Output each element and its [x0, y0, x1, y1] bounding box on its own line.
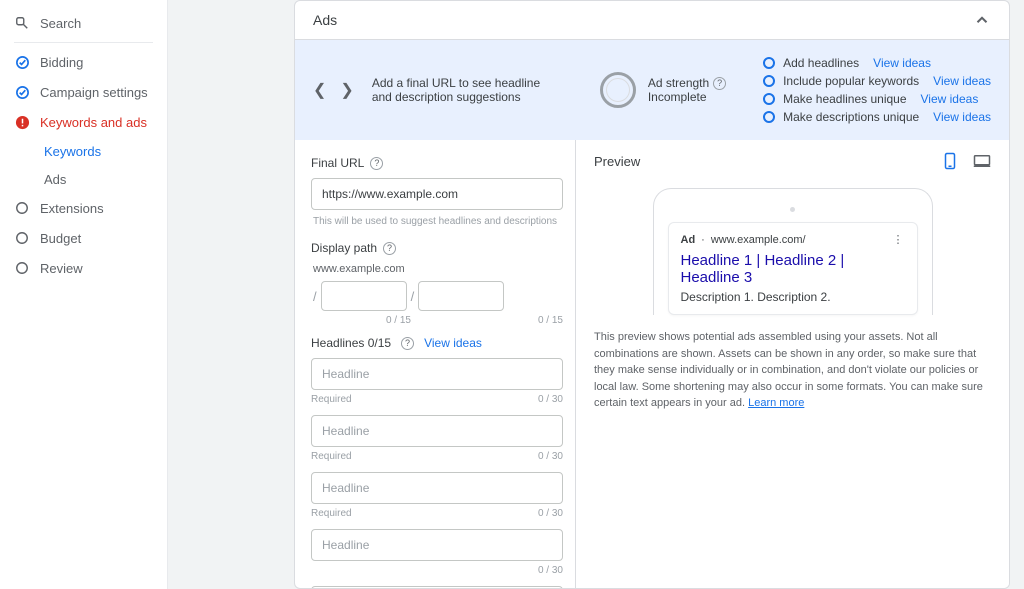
display-path1-input[interactable]	[321, 281, 407, 311]
ad-headline: Headline 1 | Headline 2 | Headline 3	[681, 252, 905, 286]
view-ideas-link[interactable]: View ideas	[921, 92, 979, 106]
path1-counter: 0 / 15	[325, 315, 411, 326]
slash: /	[311, 289, 319, 304]
view-ideas-link[interactable]: View ideas	[933, 74, 991, 88]
banner-next-button[interactable]: ❯	[340, 80, 353, 100]
check-circle-icon	[14, 54, 30, 70]
more-icon[interactable]: ⋮	[893, 233, 905, 246]
preview-column: Preview	[575, 140, 1009, 588]
strength-ring-icon	[600, 72, 636, 108]
headline-counter: 0 / 30	[538, 394, 563, 405]
learn-more-link[interactable]: Learn more	[748, 397, 804, 409]
bullet-icon	[763, 111, 775, 123]
sidebar-sub-ads[interactable]: Ads	[0, 165, 167, 193]
sidebar-item-campaign-settings[interactable]: Campaign settings	[0, 77, 167, 107]
sidebar-sub-label: Keywords	[44, 144, 101, 159]
search-icon	[14, 15, 30, 31]
device-desktop-button[interactable]	[973, 152, 991, 170]
ads-card: Ads ❮ ❯ Add a final URL to see headline …	[294, 0, 1010, 589]
rec-text: Add headlines	[783, 56, 859, 70]
help-icon[interactable]: ?	[713, 77, 726, 90]
headline-counter: 0 / 30	[538, 508, 563, 519]
preview-title: Preview	[594, 154, 640, 169]
divider	[14, 42, 153, 43]
card-header: Ads	[295, 1, 1009, 40]
bullet-icon	[763, 93, 775, 105]
phone-frame: Ad · www.example.com/ ⋮ Headline 1 | Hea…	[653, 188, 933, 315]
chevron-up-icon[interactable]	[973, 11, 991, 29]
strength-value: Incomplete	[648, 90, 726, 104]
sidebar-item-label: Review	[40, 261, 83, 276]
required-label: Required	[311, 508, 352, 519]
help-icon[interactable]: ?	[370, 157, 383, 170]
display-path2-input[interactable]	[418, 281, 504, 311]
ad-description: Description 1. Description 2.	[681, 290, 905, 304]
view-ideas-link[interactable]: View ideas	[873, 56, 931, 70]
ad-badge: Ad	[681, 234, 696, 246]
sidebar-item-label: Extensions	[40, 201, 104, 216]
ad-domain: www.example.com/	[711, 234, 806, 246]
ad-strength: Ad strength? Incomplete	[600, 72, 726, 108]
headline-counter: 0 / 30	[538, 451, 563, 462]
alert-circle-icon	[14, 114, 30, 130]
check-circle-icon	[14, 84, 30, 100]
required-label: Required	[311, 451, 352, 462]
headline-input-5[interactable]	[311, 586, 563, 588]
sidebar-item-label: Search	[40, 16, 81, 31]
preview-disclaimer: This preview shows potential ads assembl…	[576, 315, 1009, 426]
sidebar-item-review[interactable]: Review	[0, 253, 167, 283]
headline-input-3[interactable]	[311, 472, 563, 504]
headline-input-4[interactable]	[311, 529, 563, 561]
sidebar-item-bidding[interactable]: Bidding	[0, 47, 167, 77]
sidebar-item-keywords-ads[interactable]: Keywords and ads	[0, 107, 167, 137]
sidebar-sub-keywords[interactable]: Keywords	[0, 137, 167, 165]
sidebar-item-label: Keywords and ads	[40, 115, 147, 130]
path2-counter: 0 / 15	[477, 315, 563, 326]
headline-input-2[interactable]	[311, 415, 563, 447]
sidebar-item-budget[interactable]: Budget	[0, 223, 167, 253]
ad-preview-card: Ad · www.example.com/ ⋮ Headline 1 | Hea…	[668, 222, 918, 315]
sidebar-item-search[interactable]: Search	[0, 8, 167, 38]
view-ideas-link[interactable]: View ideas	[424, 336, 482, 350]
main-area: Ads ❮ ❯ Add a final URL to see headline …	[168, 0, 1024, 589]
sidebar-item-extensions[interactable]: Extensions	[0, 193, 167, 223]
final-url-label: Final URL	[311, 156, 364, 170]
dot: ·	[701, 234, 705, 246]
suggestions-banner: ❮ ❯ Add a final URL to see headline and …	[295, 40, 1009, 140]
sidebar-item-label: Campaign settings	[40, 85, 148, 100]
sidebar-sub-label: Ads	[44, 172, 66, 187]
view-ideas-link[interactable]: View ideas	[933, 110, 991, 124]
help-icon[interactable]: ?	[383, 242, 396, 255]
card-title: Ads	[313, 12, 337, 28]
sidebar-item-label: Bidding	[40, 55, 83, 70]
banner-tip: Add a final URL to see headline and desc…	[372, 76, 552, 104]
rec-text: Make headlines unique	[783, 92, 906, 106]
sidebar: Search Bidding Campaign settings Keyword…	[0, 0, 168, 589]
form-column: Final URL? This will be used to suggest …	[295, 140, 575, 588]
final-url-hint: This will be used to suggest headlines a…	[313, 216, 563, 227]
phone-speaker-icon	[790, 207, 795, 212]
headline-counter: 0 / 30	[538, 565, 563, 576]
slash: /	[409, 289, 417, 304]
display-path-label: Display path	[311, 241, 377, 255]
help-icon[interactable]: ?	[401, 337, 414, 350]
sidebar-item-label: Budget	[40, 231, 81, 246]
required-label: Required	[311, 394, 352, 405]
banner-prev-button[interactable]: ❮	[313, 80, 326, 100]
circle-icon	[14, 200, 30, 216]
circle-icon	[14, 260, 30, 276]
recommendations: Add headlines View ideas Include popular …	[763, 54, 991, 126]
display-domain: www.example.com	[313, 263, 563, 275]
rec-text: Make descriptions unique	[783, 110, 919, 124]
circle-icon	[14, 230, 30, 246]
device-mobile-button[interactable]	[941, 152, 959, 170]
strength-label: Ad strength	[648, 76, 709, 90]
headline-input-1[interactable]	[311, 358, 563, 390]
bullet-icon	[763, 75, 775, 87]
bullet-icon	[763, 57, 775, 69]
rec-text: Include popular keywords	[783, 74, 919, 88]
headlines-label: Headlines 0/15	[311, 336, 391, 350]
final-url-input[interactable]	[311, 178, 563, 210]
